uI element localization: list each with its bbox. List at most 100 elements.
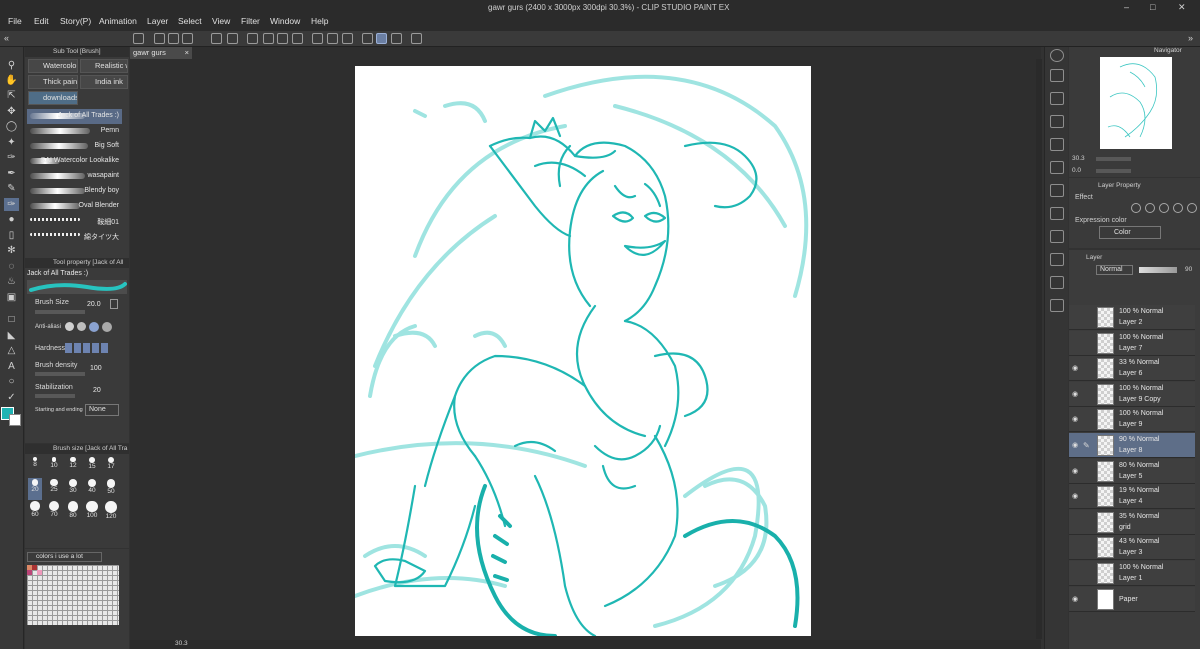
brush-size-dropdown-icon[interactable] bbox=[110, 299, 118, 309]
ruler-icon[interactable]: △ bbox=[4, 344, 19, 357]
eye-icon[interactable]: ◉ bbox=[1072, 390, 1080, 398]
brush-size-option[interactable]: 10 bbox=[47, 456, 61, 478]
brush-size-option[interactable]: 8 bbox=[28, 456, 42, 478]
opacity-value[interactable]: 90 bbox=[1185, 266, 1192, 273]
loading-icon[interactable] bbox=[247, 33, 258, 44]
material-icon[interactable] bbox=[1050, 299, 1064, 312]
brush-size-option[interactable]: 100 bbox=[85, 500, 99, 522]
balloon-icon[interactable]: ○ bbox=[4, 375, 19, 388]
border-effect-icon[interactable] bbox=[1131, 203, 1141, 213]
menu-view[interactable]: View bbox=[212, 16, 230, 26]
search-icon[interactable] bbox=[1050, 49, 1064, 62]
brush-size-option[interactable]: 25 bbox=[47, 478, 61, 500]
menu-animation[interactable]: Animation bbox=[99, 16, 137, 26]
eraser-icon[interactable]: ▯ bbox=[4, 229, 19, 242]
material-icon[interactable] bbox=[1050, 184, 1064, 197]
collapse-left-icon[interactable]: « bbox=[4, 33, 9, 43]
lock-slot-icon[interactable] bbox=[1083, 492, 1089, 500]
swatch[interactable] bbox=[27, 570, 32, 575]
stabilization-slider[interactable] bbox=[35, 394, 75, 398]
lock-slot-icon[interactable] bbox=[1083, 390, 1089, 398]
blend-icon[interactable]: ◌ bbox=[4, 260, 19, 273]
vertical-scrollbar[interactable] bbox=[1036, 59, 1042, 639]
material-icon[interactable] bbox=[1050, 161, 1064, 174]
lock-slot-icon[interactable] bbox=[1083, 518, 1089, 526]
material-icon[interactable] bbox=[1050, 276, 1064, 289]
new-file-icon[interactable] bbox=[154, 33, 165, 44]
brush-size-option[interactable]: 12 bbox=[66, 456, 80, 478]
fill-tool-icon[interactable]: ♨ bbox=[4, 275, 19, 288]
maximize-button[interactable]: □ bbox=[1150, 2, 1155, 12]
zoom-slider[interactable] bbox=[1096, 157, 1131, 161]
hand-tool-icon[interactable]: ✋ bbox=[4, 74, 19, 87]
layer-row[interactable]: ◉ 100 % Normal Layer 9 Copy bbox=[1069, 381, 1195, 407]
brush-size-option[interactable]: 30 bbox=[66, 478, 80, 500]
brush-item[interactable]: SAI Watercolor Lookalike bbox=[27, 154, 122, 169]
edit-pencil-icon[interactable]: ✎ bbox=[1083, 441, 1090, 450]
brush-size-value[interactable]: 20.0 bbox=[87, 301, 101, 308]
snap-grid-icon[interactable] bbox=[391, 33, 402, 44]
lock-slot-icon[interactable] bbox=[1083, 467, 1089, 475]
tab-realistic-watercolor[interactable]: Realistic w bbox=[80, 59, 128, 73]
brush-size-option[interactable]: 80 bbox=[66, 500, 80, 522]
menu-window[interactable]: Window bbox=[270, 16, 300, 26]
brush-size-option[interactable]: 50 bbox=[104, 478, 118, 500]
blend-mode-select[interactable]: Normal bbox=[1096, 265, 1133, 275]
brush-item[interactable]: 綿タイツ大 bbox=[27, 229, 122, 244]
brush-size-option[interactable]: 70 bbox=[47, 500, 61, 522]
layer-row[interactable]: 43 % Normal Layer 3 bbox=[1069, 535, 1195, 561]
clip-studio-icon[interactable] bbox=[133, 33, 144, 44]
transform-icon[interactable] bbox=[292, 33, 303, 44]
eye-icon[interactable]: ◉ bbox=[1072, 441, 1080, 449]
layer-color-icon[interactable] bbox=[1173, 203, 1183, 213]
crop-icon[interactable] bbox=[342, 33, 353, 44]
close-tab-icon[interactable]: × bbox=[185, 47, 189, 59]
lock-slot-icon[interactable] bbox=[1083, 595, 1089, 603]
snap-special-ruler-icon[interactable] bbox=[376, 33, 387, 44]
menu-edit[interactable]: Edit bbox=[34, 16, 49, 26]
frame-border-icon[interactable]: ◣ bbox=[4, 329, 19, 342]
deselect-icon[interactable] bbox=[312, 33, 323, 44]
layer-row[interactable]: ◉ 100 % Normal Layer 9 bbox=[1069, 407, 1195, 433]
opacity-slider[interactable] bbox=[1139, 267, 1177, 273]
navigator-rotation[interactable]: 0.0 bbox=[1072, 167, 1081, 174]
horizontal-scrollbar[interactable]: 30.3 bbox=[130, 640, 1041, 649]
lock-slot-icon[interactable] bbox=[1083, 339, 1089, 347]
menu-file[interactable]: File bbox=[8, 16, 22, 26]
layer-row[interactable]: 100 % Normal Layer 1 bbox=[1069, 561, 1195, 586]
layer-row[interactable]: ◉ 19 % Normal Layer 4 bbox=[1069, 484, 1195, 510]
collapse-right-icon[interactable]: » bbox=[1188, 33, 1193, 43]
layer-row[interactable]: ◉ Paper bbox=[1069, 586, 1195, 612]
navigator-zoom[interactable]: 30.3 bbox=[1072, 155, 1085, 162]
pen-icon[interactable]: ✒ bbox=[4, 167, 19, 180]
layer-row[interactable]: 100 % Normal Layer 7 bbox=[1069, 330, 1195, 356]
sub-color-swatch[interactable] bbox=[9, 414, 21, 426]
lock-slot-icon[interactable] bbox=[1083, 364, 1089, 372]
tab-india-ink[interactable]: India ink bbox=[80, 75, 128, 89]
eyedropper-icon[interactable]: ✑ bbox=[4, 151, 19, 164]
brush-size-option[interactable]: 17 bbox=[104, 456, 118, 478]
move-layer-icon[interactable]: ✥ bbox=[4, 105, 19, 118]
material-icon[interactable] bbox=[1050, 115, 1064, 128]
lock-slot-icon[interactable] bbox=[1083, 543, 1089, 551]
swatch[interactable] bbox=[37, 570, 42, 575]
lasso-selection-icon[interactable]: ◯ bbox=[4, 120, 19, 133]
layer-row[interactable]: ◉ 80 % Normal Layer 5 bbox=[1069, 458, 1195, 484]
lock-slot-icon[interactable] bbox=[1083, 415, 1089, 423]
brush-item[interactable]: Big Soft bbox=[27, 139, 122, 154]
brush-item[interactable]: Oval Blender bbox=[27, 199, 122, 214]
brush-size-option[interactable]: 60 bbox=[28, 500, 42, 522]
starting-ending-select[interactable]: None bbox=[85, 404, 119, 416]
material-icon[interactable] bbox=[1050, 69, 1064, 82]
text-icon[interactable]: A bbox=[4, 360, 19, 373]
tab-downloads[interactable]: downloads bbox=[28, 91, 78, 105]
undo-icon[interactable] bbox=[211, 33, 222, 44]
figure-icon[interactable]: □ bbox=[4, 313, 19, 326]
tab-thick-paint[interactable]: Thick paint bbox=[28, 75, 78, 89]
eye-icon[interactable]: ◉ bbox=[1072, 364, 1080, 372]
layer-row[interactable]: ◉ ✎ 90 % Normal Layer 8 bbox=[1069, 433, 1195, 458]
operation-tool-icon[interactable]: ⇱ bbox=[4, 89, 19, 102]
material-icon[interactable] bbox=[1050, 207, 1064, 220]
hardness-bar[interactable] bbox=[65, 343, 109, 353]
brush-size-option[interactable]: 15 bbox=[85, 456, 99, 478]
